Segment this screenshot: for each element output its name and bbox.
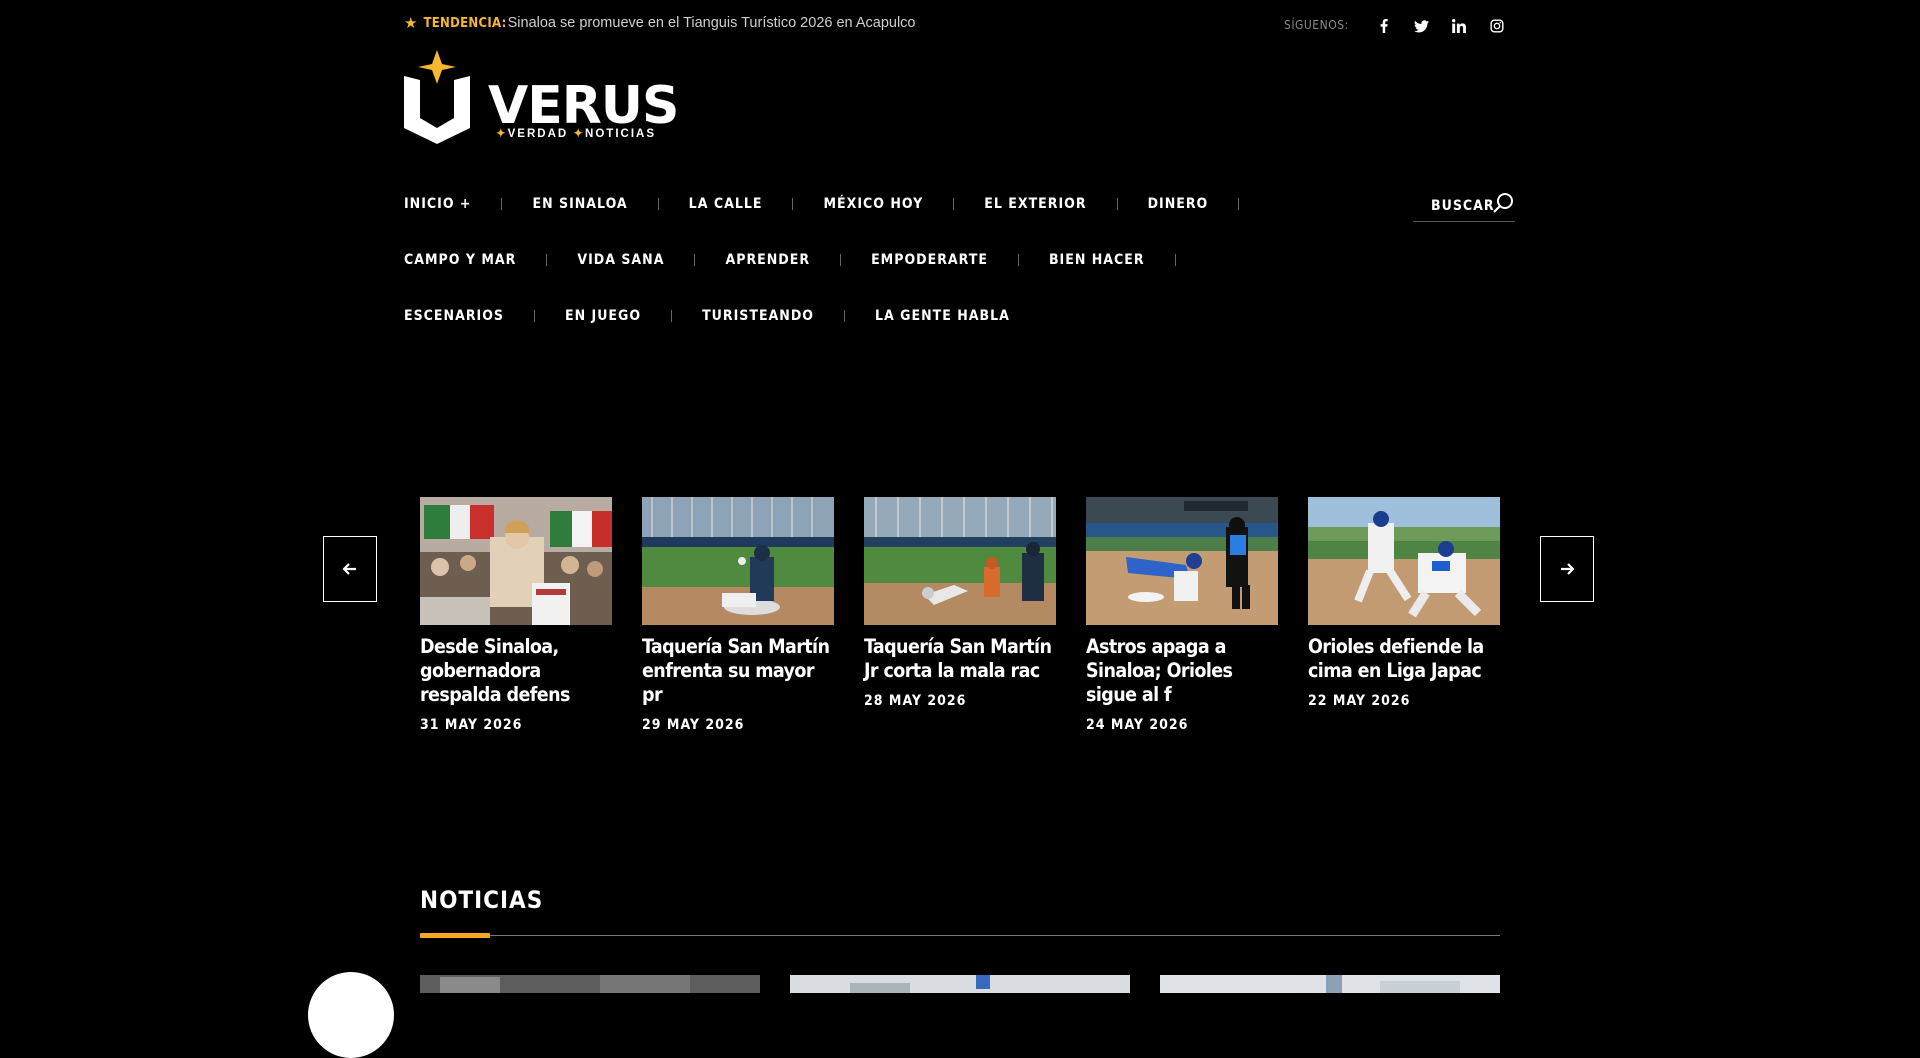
nav-en-sinaloa[interactable]: EN SINALOA — [532, 196, 627, 212]
article-date: 24 MAY 2026 — [1086, 717, 1189, 733]
carousel-card[interactable]: Desde Sinaloa, gobernadora respalda defe… — [420, 497, 612, 733]
article-thumbnail[interactable] — [420, 975, 760, 993]
search-icon[interactable] — [1493, 192, 1515, 219]
linkedin-icon[interactable] — [1449, 16, 1469, 36]
carousel-card[interactable]: Taquería San Martín Jr corta la mala rac… — [864, 497, 1056, 709]
article-date: 29 MAY 2026 — [642, 717, 745, 733]
arrow-right-icon — [1561, 563, 1574, 575]
facebook-icon[interactable] — [1374, 16, 1394, 36]
follow-label: SÍGUENOS: — [1284, 18, 1349, 32]
article-date: 22 MAY 2026 — [1308, 693, 1411, 709]
search-box[interactable]: BUSCAR — [1413, 192, 1515, 222]
instagram-icon[interactable] — [1487, 16, 1507, 36]
nav-el-exterior[interactable]: EL EXTERIOR — [984, 196, 1086, 212]
article-thumbnail[interactable] — [420, 497, 612, 625]
article-thumbnail[interactable] — [864, 497, 1056, 625]
nav-dinero[interactable]: DINERO — [1148, 196, 1209, 212]
main-nav-row-3: ESCENARIOS EN JUEGO TURISTEANDO LA GENTE… — [404, 308, 1010, 324]
logo-wordmark: VERUS — [488, 76, 679, 136]
star-icon: ✦ — [496, 128, 508, 140]
section-title: NOTICIAS — [420, 886, 544, 914]
article-date: 28 MAY 2026 — [864, 693, 967, 709]
carousel-prev-button[interactable] — [323, 536, 377, 602]
logo-tagline: ✦VERDAD ✦NOTICIAS — [496, 128, 656, 140]
carousel-next-button[interactable] — [1540, 536, 1594, 602]
nav-campo-y-mar[interactable]: CAMPO Y MAR — [404, 252, 516, 268]
star-icon: ★ — [404, 15, 418, 32]
article-thumbnail[interactable] — [1308, 497, 1500, 625]
article-thumbnail[interactable] — [790, 975, 1130, 993]
twitter-icon[interactable] — [1411, 16, 1431, 36]
carousel-card[interactable]: Taquería San Martín enfrenta su mayor pr… — [642, 497, 834, 733]
section-accent-bar — [420, 933, 490, 938]
article-thumbnail[interactable] — [1086, 497, 1278, 625]
nav-vida-sana[interactable]: VIDA SANA — [577, 252, 664, 268]
article-title[interactable]: Desde Sinaloa, gobernadora respalda defe… — [420, 635, 612, 707]
nav-mexico-hoy[interactable]: MÉXICO HOY — [823, 196, 923, 212]
nav-empoderarte[interactable]: EMPODERARTE — [871, 252, 988, 268]
article-date: 31 MAY 2026 — [420, 717, 523, 733]
star-icon: ✦ — [573, 128, 586, 140]
trending-headline-link[interactable]: Sinaloa se promueve en el Tianguis Turís… — [508, 15, 916, 31]
verus-logo[interactable] — [404, 50, 476, 149]
nav-la-calle[interactable]: LA CALLE — [689, 196, 763, 212]
floating-circle-button[interactable] — [308, 972, 394, 1058]
article-thumbnail[interactable] — [1160, 975, 1500, 993]
section-divider — [420, 935, 1500, 936]
article-title[interactable]: Orioles defiende la cima en Liga Japac — [1308, 635, 1500, 683]
nav-turisteando[interactable]: TURISTEANDO — [702, 308, 814, 324]
article-title[interactable]: Taquería San Martín enfrenta su mayor pr — [642, 635, 834, 707]
article-title[interactable]: Astros apaga a Sinaloa; Orioles sigue al… — [1086, 635, 1278, 707]
main-nav-row-2: CAMPO Y MAR VIDA SANA APRENDER EMPODERAR… — [404, 252, 1206, 268]
nav-bien-hacer[interactable]: BIEN HACER — [1049, 252, 1145, 268]
trending-bar: ★ TENDENCIA: Sinaloa se promueve en el T… — [404, 14, 915, 32]
search-label[interactable]: BUSCAR — [1431, 198, 1495, 214]
nav-en-juego[interactable]: EN JUEGO — [565, 308, 641, 324]
trending-label: TENDENCIA: — [423, 15, 507, 31]
nav-inicio[interactable]: INICIO + — [404, 196, 471, 212]
carousel-card[interactable]: Astros apaga a Sinaloa; Orioles sigue al… — [1086, 497, 1278, 733]
carousel-card[interactable]: Orioles defiende la cima en Liga Japac 2… — [1308, 497, 1500, 709]
arrow-left-icon — [343, 563, 356, 575]
article-title[interactable]: Taquería San Martín Jr corta la mala rac — [864, 635, 1056, 683]
nav-aprender[interactable]: APRENDER — [725, 252, 810, 268]
main-nav-row-1: INICIO + EN SINALOA LA CALLE MÉXICO HOY … — [404, 196, 1269, 212]
nav-la-gente-habla[interactable]: LA GENTE HABLA — [875, 308, 1010, 324]
article-thumbnail[interactable] — [642, 497, 834, 625]
nav-escenarios[interactable]: ESCENARIOS — [404, 308, 504, 324]
